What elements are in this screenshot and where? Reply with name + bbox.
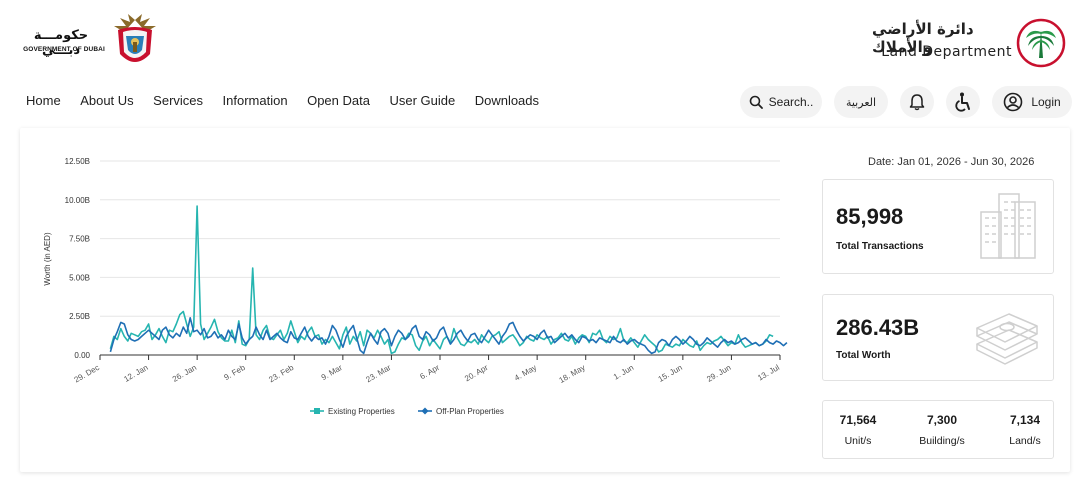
login-button[interactable]: Login [992,86,1072,118]
search-icon [749,95,763,109]
total-transactions-card: 85,998 Total Transactions [822,179,1054,274]
y-tick-label: 7.50B [69,235,90,244]
units-stat: 71,564 Unit/s [833,413,883,447]
total-transactions-value: 85,998 [836,204,904,229]
site-header: حكومـــة دبـــي GOVERNMENT OF DUBAI دائر… [0,0,1080,130]
language-label: العربية [845,95,877,109]
nav-user-guide[interactable]: User Guide [389,93,455,108]
nav-information[interactable]: Information [223,93,288,108]
worth-line-chart: 0.00 2.50B 5.00B 7.50B 10.00B 12.50B 29. Dec 1… [43,157,788,416]
y-tick-label: 2.50B [69,312,90,321]
chart-grid [100,160,780,356]
lands-stat: 7,134 Land/s [1003,413,1047,447]
x-tick-label: 20. Apr [463,363,490,384]
x-tick-label: 26. Jan [171,363,198,384]
y-tick-label: 5.00B [69,273,90,282]
user-icon [1004,92,1023,112]
search-label: Search.. [768,95,814,109]
gov-logo-text-ar: حكومـــة دبـــي [33,28,89,58]
units-label: Unit/s [844,435,872,447]
chart-series [109,205,788,355]
x-axis-ticks: 29. Dec 12. Jan 26. Jan 9. Feb 23. Feb 9. Mar… [73,355,781,385]
x-tick-label: 9. Mar [320,363,344,382]
legend-marker [421,407,429,415]
language-toggle-button[interactable]: العربية [834,86,888,118]
total-transactions-label: Total Transactions [836,241,924,252]
buildings-value: 7,300 [926,413,958,427]
lands-value: 7,134 [1009,413,1041,427]
buildings-stat: 7,300 Building/s [911,413,973,447]
x-tick-label: 29. Dec [73,363,101,385]
x-tick-label: 1. Jun [612,363,635,382]
search-button[interactable]: Search.. [740,86,822,118]
x-tick-label: 29. Jun [705,363,732,384]
login-label: Login [1031,95,1061,109]
series-line-existing [109,205,774,355]
bell-icon [909,94,925,111]
total-worth-value: 286.43B [836,315,920,340]
dld-logo-text-en: Land Department [881,44,1012,60]
x-tick-label: 4. May [513,363,538,383]
nav-home[interactable]: Home [26,93,61,108]
units-value: 71,564 [839,413,877,427]
dubai-emblem-icon [114,14,156,62]
series-line-offplan [109,317,788,355]
x-tick-label: 23. Mar [364,363,392,385]
total-worth-card: 286.43B Total Worth [822,294,1054,381]
main-navigation: Home About Us Services Information Open … [26,93,559,108]
buildings-icon [980,193,1036,259]
x-tick-label: 6. Apr [418,363,441,381]
legend-item-offplan[interactable]: Off-Plan Properties [418,407,504,416]
palm-emblem-icon [1016,18,1066,68]
money-stack-icon [976,313,1038,365]
buildings-label: Building/s [919,435,965,447]
y-tick-label: 0.00 [74,351,90,360]
accessibility-button[interactable] [946,86,980,118]
x-tick-label: 13. Jul [756,363,781,383]
nav-services[interactable]: Services [153,93,203,108]
x-tick-label: 23. Feb [267,363,295,385]
x-tick-label: 12. Jan [122,363,149,384]
y-tick-label: 12.50B [65,157,90,166]
chart-legend[interactable]: Existing Properties Off-Plan Properties [310,407,504,416]
x-tick-label: 18. May [558,363,587,385]
legend-item-existing[interactable]: Existing Properties [310,407,395,416]
total-worth-label: Total Worth [836,350,891,361]
y-axis-ticks: 0.00 2.50B 5.00B 7.50B 10.00B 12.50B [65,157,91,360]
lands-label: Land/s [1009,435,1041,447]
y-axis-label: Worth (in AED) [43,232,52,286]
accessibility-icon [955,92,970,112]
nav-about-us[interactable]: About Us [80,93,133,108]
government-of-dubai-logo[interactable]: حكومـــة دبـــي GOVERNMENT OF DUBAI [18,12,168,74]
notifications-button[interactable] [900,86,934,118]
legend-label: Existing Properties [328,407,395,416]
property-breakdown-card: 71,564 Unit/s 7,300 Building/s 7,134 Lan… [822,400,1054,459]
land-department-logo[interactable]: دائرة الأراضي والأملاك Land Department [872,14,1072,70]
legend-label: Off-Plan Properties [436,407,504,416]
gov-logo-text-en: GOVERNMENT OF DUBAI [23,46,105,53]
nav-open-data[interactable]: Open Data [307,93,370,108]
y-tick-label: 10.00B [65,196,90,205]
x-tick-label: 9. Feb [223,363,248,382]
nav-downloads[interactable]: Downloads [475,93,539,108]
x-tick-label: 15. Jun [657,363,684,384]
legend-marker [314,408,320,414]
date-range-label: Date: Jan 01, 2026 - Jun 30, 2026 [868,156,1035,168]
transactions-dashboard-card: 0.00 2.50B 5.00B 7.50B 10.00B 12.50B 29. Dec 1… [20,128,1070,472]
